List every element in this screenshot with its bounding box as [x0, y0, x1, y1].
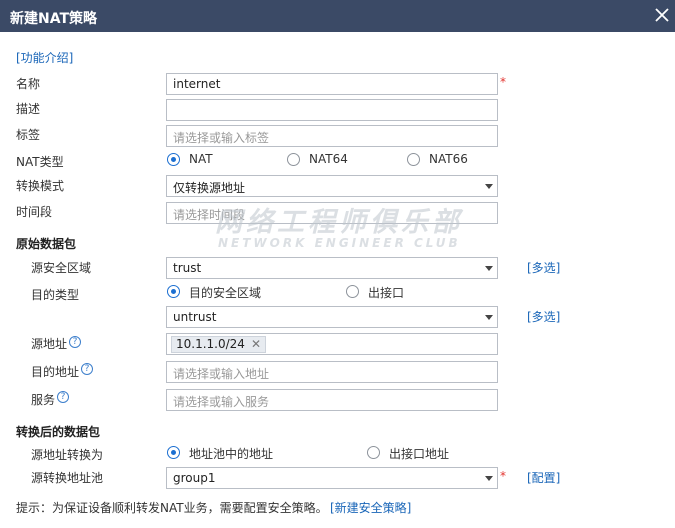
tag-label: 标签 [16, 128, 41, 142]
convert-radio-pool[interactable] [167, 446, 180, 459]
service-input[interactable]: 请选择或输入服务 [166, 389, 498, 411]
nat-type-radio-nat66[interactable] [407, 153, 420, 166]
tag-placeholder: 请选择或输入标签 [173, 131, 270, 145]
nat-type-radio-nat[interactable] [167, 153, 180, 166]
required-mark: * [500, 75, 506, 89]
chevron-down-icon [485, 184, 493, 189]
dest-type-option-interface: 出接口 [368, 286, 405, 300]
dest-addr-label: 目的地址 [31, 365, 80, 379]
src-addr-tag: 10.1.1.0/24 ✕ [171, 336, 266, 353]
src-zone-multi-select-link[interactable]: [多选] [527, 259, 560, 276]
dest-type-label: 目的类型 [31, 288, 80, 302]
nat-type-label: NAT类型 [16, 155, 64, 169]
required-mark: * [500, 469, 506, 483]
dest-type-radio-interface[interactable] [346, 285, 359, 298]
name-value: internet [173, 77, 221, 91]
service-label: 服务 [31, 393, 56, 407]
tag-input[interactable]: 请选择或输入标签 [166, 125, 498, 147]
name-input[interactable]: internet [166, 73, 498, 95]
dialog-titlebar: 新建NAT策略 [0, 0, 675, 32]
close-icon[interactable] [649, 4, 675, 28]
watermark-title: 网络工程师俱乐部 [215, 207, 463, 238]
watermark-subtitle: NETWORK ENGINEER CLUB [218, 236, 461, 250]
convert-option-interface: 出接口地址 [389, 447, 450, 461]
description-input[interactable] [166, 99, 498, 121]
mode-select[interactable]: 仅转换源地址 [166, 175, 498, 197]
dest-zone-value: untrust [173, 310, 217, 324]
original-section-title: 原始数据包 [16, 237, 77, 251]
mode-value: 仅转换源地址 [173, 181, 246, 195]
chevron-down-icon [485, 476, 493, 481]
dest-addr-placeholder: 请选择或输入地址 [173, 367, 270, 381]
dest-zone-multi-select-link[interactable]: [多选] [527, 308, 560, 325]
src-zone-label: 源安全区域 [31, 261, 92, 275]
description-label: 描述 [16, 102, 41, 116]
dest-zone-select[interactable]: untrust [166, 306, 498, 328]
pool-value: group1 [173, 471, 216, 485]
help-icon[interactable]: ? [57, 391, 69, 403]
dest-type-radio-zone[interactable] [167, 285, 180, 298]
intro-link[interactable]: [功能介绍] [16, 49, 73, 66]
dest-type-option-zone: 目的安全区域 [189, 286, 262, 300]
footer-tip: 提示：为保证设备顺利转发NAT业务，需要配置安全策略。 [16, 501, 328, 515]
nat-type-option-nat66: NAT66 [429, 152, 468, 166]
nat-type-option-nat: NAT [189, 152, 213, 166]
chevron-down-icon [485, 266, 493, 271]
help-icon[interactable]: ? [81, 363, 93, 375]
chevron-down-icon [485, 315, 493, 320]
help-icon[interactable]: ? [69, 336, 81, 348]
pool-select[interactable]: group1 [166, 467, 498, 489]
convert-option-pool: 地址池中的地址 [189, 447, 274, 461]
name-label: 名称 [16, 77, 41, 91]
src-convert-label: 源地址转换为 [31, 448, 104, 462]
time-label: 时间段 [16, 205, 53, 219]
new-security-policy-link[interactable]: [新建安全策略] [330, 499, 411, 516]
nat-type-option-nat64: NAT64 [309, 152, 348, 166]
convert-radio-interface[interactable] [367, 446, 380, 459]
src-zone-value: trust [173, 261, 202, 275]
translated-section-title: 转换后的数据包 [16, 425, 101, 439]
src-addr-label: 源地址 [31, 337, 68, 351]
src-zone-select[interactable]: trust [166, 257, 498, 279]
dest-addr-input[interactable]: 请选择或输入地址 [166, 361, 498, 383]
pool-label: 源转换地址池 [31, 471, 104, 485]
src-addr-input[interactable]: 10.1.1.0/24 ✕ [166, 333, 498, 355]
service-placeholder: 请选择或输入服务 [173, 395, 270, 409]
dialog-title: 新建NAT策略 [10, 11, 98, 27]
nat-type-radio-nat64[interactable] [287, 153, 300, 166]
mode-label: 转换模式 [16, 179, 65, 193]
pool-config-link[interactable]: [配置] [527, 469, 560, 486]
src-addr-tag-label: 10.1.1.0/24 [176, 337, 245, 351]
close-icon[interactable]: ✕ [251, 337, 261, 351]
